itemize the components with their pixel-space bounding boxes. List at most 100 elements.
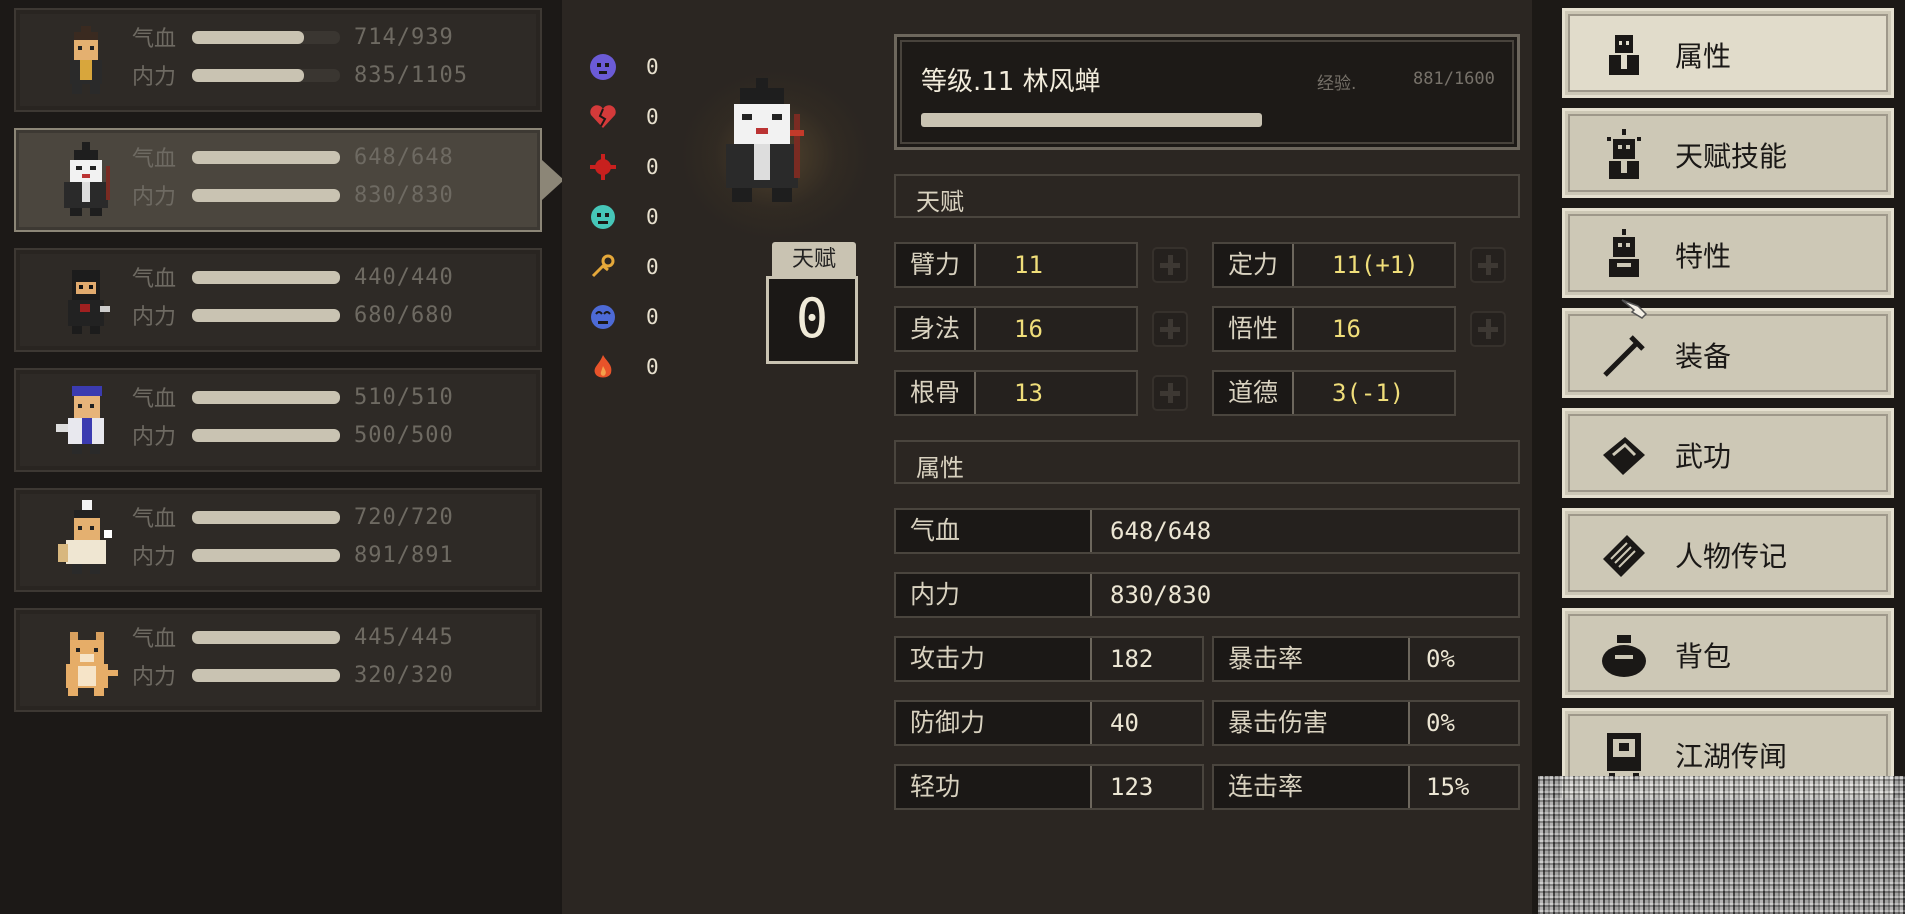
- attr-value: 830/830: [1110, 581, 1212, 609]
- add-stat-button[interactable]: [1470, 311, 1506, 347]
- menu-label: 天赋技能: [1675, 140, 1788, 173]
- stat-value: 13: [1014, 379, 1043, 407]
- menu-backpack-button[interactable]: 背包: [1562, 608, 1894, 698]
- mp-bar: [192, 428, 340, 442]
- hp-value: 510/510: [354, 384, 454, 410]
- hp-bar: [192, 390, 340, 404]
- party-member[interactable]: 气血 720/720 内力 891/891: [14, 488, 542, 592]
- menu-label: 武功: [1675, 440, 1732, 473]
- status-effect: 0: [588, 242, 659, 292]
- menu-martial-arts-button[interactable]: 武功: [1562, 408, 1894, 498]
- stat-comprehension: 悟性 16: [1212, 306, 1456, 352]
- attr-crit-damage: 暴击伤害 0%: [1212, 700, 1520, 746]
- attr-agility: 轻功 123: [894, 764, 1204, 810]
- menu-talent-skills-button[interactable]: 天赋技能: [1562, 108, 1894, 198]
- menu-traits-button[interactable]: 特性: [1562, 208, 1894, 298]
- stat-name: 道德: [1214, 372, 1295, 414]
- attr-name: 内力: [896, 574, 1092, 616]
- party-member[interactable]: 气血 445/445 内力 320/320: [14, 608, 542, 712]
- talent-points-value: 0: [766, 276, 858, 364]
- status-count: 0: [646, 305, 659, 329]
- attr-name: 连击率: [1214, 766, 1410, 808]
- status-effect: 0: [588, 142, 659, 192]
- stat-strength: 臂力 11: [894, 242, 1138, 288]
- trait-character-icon: [1609, 229, 1639, 277]
- party-member[interactable]: 气血 440/440 内力 680/680: [14, 248, 542, 352]
- character-portrait: [70, 26, 102, 94]
- stat-name: 身法: [896, 308, 977, 350]
- attr-hp: 气血 648/648: [894, 508, 1520, 554]
- stat-value: 11(+1): [1332, 251, 1419, 279]
- attributes-section-header: 属性: [894, 440, 1520, 484]
- menu-attributes-button[interactable]: 属性: [1562, 8, 1894, 98]
- skull-icon: [590, 54, 616, 80]
- status-effect: 0: [588, 292, 659, 342]
- selection-arrow-icon: [542, 160, 564, 200]
- attr-value: 0%: [1426, 645, 1455, 673]
- hero-sprite: [726, 78, 804, 202]
- mp-label: 内力: [132, 665, 177, 690]
- status-count: 0: [646, 155, 659, 179]
- status-count: 0: [646, 205, 659, 229]
- party-member[interactable]: 气血 510/510 内力 500/500: [14, 368, 542, 472]
- exp-bar: [921, 113, 1262, 127]
- attr-name: 暴击伤害: [1214, 702, 1410, 744]
- party-member-selected[interactable]: 气血 648/648 内力 830/830: [14, 128, 564, 232]
- status-effects: 0 0 0 0 0 0 0: [588, 42, 659, 392]
- attr-combo-rate: 连击率 15%: [1212, 764, 1520, 810]
- stat-composure: 定力 11(+1): [1212, 242, 1456, 288]
- status-effect: 0: [588, 42, 659, 92]
- mp-label: 内力: [132, 305, 177, 330]
- mp-value: 680/680: [354, 302, 454, 328]
- party-list: 气血 714/939 内力 835/1105 气血 648/648 内力 830…: [0, 0, 564, 914]
- section-title: 天赋: [916, 188, 964, 216]
- exp-label: 经验.: [1317, 74, 1357, 94]
- mp-bar: [192, 68, 340, 82]
- mp-value: 830/830: [354, 182, 454, 208]
- stat-value: 16: [1332, 315, 1361, 343]
- character-portrait: [64, 142, 110, 216]
- hp-label: 气血: [132, 27, 177, 52]
- hp-label: 气血: [132, 147, 177, 172]
- stat-name: 定力: [1214, 244, 1295, 286]
- fire-icon: [594, 355, 612, 378]
- menu-biography-button[interactable]: 人物传记: [1562, 508, 1894, 598]
- add-stat-button[interactable]: [1152, 311, 1188, 347]
- hp-label: 气血: [132, 267, 177, 292]
- talent-points-box: 天赋 0: [762, 242, 866, 370]
- status-count: 0: [646, 255, 659, 279]
- status-count: 0: [646, 355, 659, 379]
- talent-points-label: 天赋: [772, 242, 856, 278]
- status-effect: 0: [588, 342, 659, 392]
- status-effect: 0: [588, 192, 659, 242]
- mp-label: 内力: [132, 65, 177, 90]
- attr-attack: 攻击力 182: [894, 636, 1204, 682]
- sword-icon: [1603, 335, 1645, 377]
- menu-equipment-button[interactable]: 装备: [1562, 308, 1894, 398]
- mp-bar: [192, 668, 340, 682]
- mp-value: 500/500: [354, 422, 454, 448]
- hp-bar: [192, 630, 340, 644]
- attr-name: 暴击率: [1214, 638, 1410, 680]
- attr-name: 防御力: [896, 702, 1092, 744]
- book-icon: [1603, 437, 1645, 475]
- mp-bar: [192, 188, 340, 202]
- party-member[interactable]: 气血 714/939 内力 835/1105: [14, 8, 542, 112]
- mp-value: 891/891: [354, 542, 454, 568]
- scroll-icon: [1603, 535, 1645, 577]
- status-effect: 0: [588, 92, 659, 142]
- hp-label: 气血: [132, 387, 177, 412]
- character-portrait: [68, 270, 110, 334]
- menu-label: 特性: [1675, 240, 1732, 273]
- stat-constitution: 根骨 13: [894, 370, 1138, 416]
- hp-bar: [192, 510, 340, 524]
- notice-board-icon: [1607, 733, 1641, 781]
- add-stat-button[interactable]: [1152, 247, 1188, 283]
- dog-portrait: [66, 632, 118, 696]
- menu-label: 装备: [1675, 340, 1732, 373]
- mp-label: 内力: [132, 425, 177, 450]
- level-and-name: 等级.11 林风蝉: [921, 67, 1101, 97]
- add-stat-button[interactable]: [1470, 247, 1506, 283]
- hp-value: 720/720: [354, 504, 454, 530]
- add-stat-button[interactable]: [1152, 375, 1188, 411]
